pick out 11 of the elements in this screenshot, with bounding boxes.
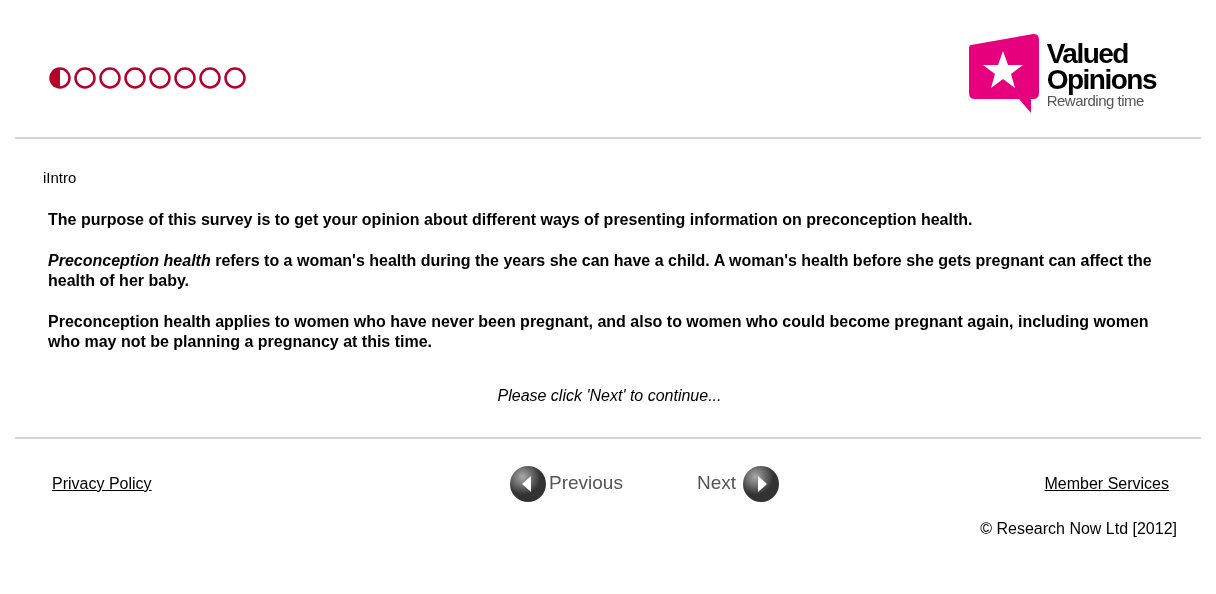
speech-bubble-star-icon xyxy=(968,33,1041,115)
instruction-text: Please click 'Next' to continue... xyxy=(496,385,723,406)
next-button[interactable]: Next xyxy=(696,464,780,503)
member-services-link[interactable]: Member Services xyxy=(1044,471,1169,496)
copyright-text: © Research Now Ltd [2012] xyxy=(980,518,1177,539)
paragraph: Preconception health applies to women who have never been pregnant, and also to women who could become pregnant again, including women who may not be planning a pregnancy at this time. xyxy=(48,311,1150,352)
paragraph: The purpose of this survey is to get your opinion about different ways of presenting information on preconception health. xyxy=(48,209,974,230)
paragraph: Preconception health refers to a woman's health during the years she can have a child. A woman's health before she gets pregnant can affect the health of her baby. xyxy=(48,250,1153,291)
question-id: iIntro xyxy=(43,168,78,188)
privacy-policy-link[interactable]: Privacy Policy xyxy=(52,471,252,496)
previous-button[interactable]: Previous xyxy=(509,464,623,503)
